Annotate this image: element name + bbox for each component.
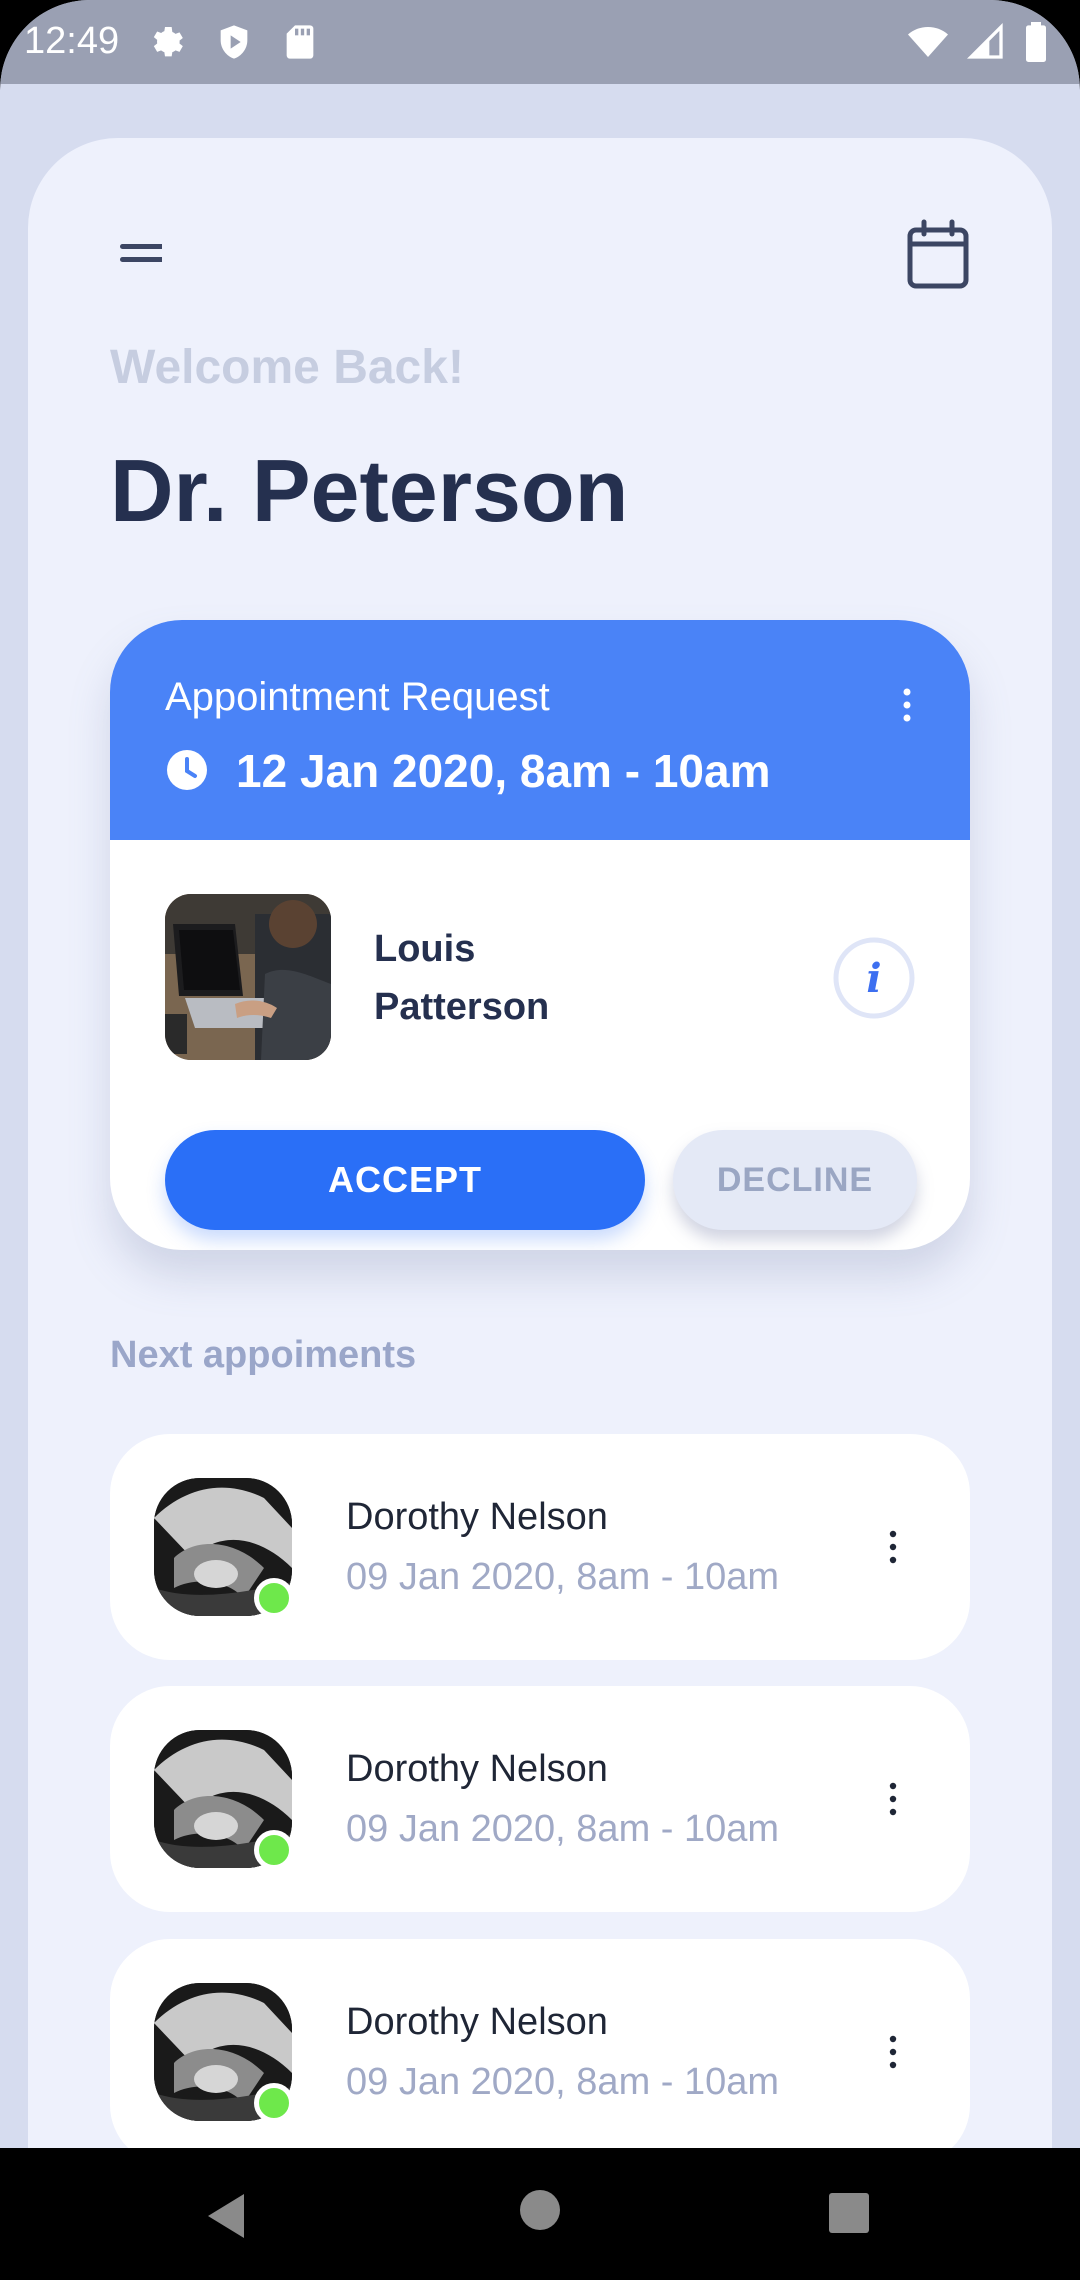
online-status-indicator xyxy=(254,1578,294,1618)
appointment-request-card: Appointment Request 12 Jan 2020, 8am - 1… xyxy=(110,620,970,1250)
appointment-list-item[interactable]: Dorothy Nelson 09 Jan 2020, 8am - 10am xyxy=(110,1939,970,2165)
online-status-indicator xyxy=(254,1830,294,1870)
home-icon[interactable] xyxy=(518,2188,562,2232)
appointment-time: 09 Jan 2020, 8am - 10am xyxy=(346,1808,780,1850)
wifi-icon xyxy=(908,27,948,57)
calendar-icon[interactable] xyxy=(900,218,976,294)
navigation-bar xyxy=(0,2148,1080,2280)
app-screen: 12:49 Welcome Back! Dr. Peterson Appoint… xyxy=(0,0,1080,2280)
sd-card-icon xyxy=(286,25,314,59)
patient-last-name: Patterson xyxy=(374,986,550,1028)
request-card-header: Appointment Request 12 Jan 2020, 8am - 1… xyxy=(110,620,970,840)
status-bar: 12:49 xyxy=(0,0,1080,84)
appointment-time: 09 Jan 2020, 8am - 10am xyxy=(346,2061,780,2103)
gear-icon xyxy=(153,27,183,57)
online-status-indicator xyxy=(254,2083,294,2123)
next-appointments-title: Next appoiments xyxy=(110,1334,417,1376)
more-options-icon[interactable] xyxy=(900,680,914,730)
svg-text:i: i xyxy=(866,955,881,1002)
request-time: 12 Jan 2020, 8am - 10am xyxy=(236,745,771,797)
appointment-list-item[interactable]: Dorothy Nelson 09 Jan 2020, 8am - 10am xyxy=(110,1434,970,1660)
more-options-icon[interactable] xyxy=(886,1524,900,1570)
menu-icon[interactable] xyxy=(92,236,162,276)
appointment-name: Dorothy Nelson xyxy=(346,1496,608,1538)
more-options-icon[interactable] xyxy=(886,2029,900,2075)
appointment-time: 09 Jan 2020, 8am - 10am xyxy=(346,1556,780,1598)
request-title: Appointment Request xyxy=(165,675,550,719)
appointment-name: Dorothy Nelson xyxy=(346,2001,608,2043)
welcome-text: Welcome Back! xyxy=(110,341,464,394)
signal-icon xyxy=(966,22,1003,59)
more-options-icon[interactable] xyxy=(886,1776,900,1822)
shield-play-icon xyxy=(220,25,248,59)
appointment-list-item[interactable]: Dorothy Nelson 09 Jan 2020, 8am - 10am xyxy=(110,1686,970,1912)
accept-button[interactable]: ACCEPT xyxy=(165,1130,645,1230)
patient-photo xyxy=(165,894,331,1060)
appointment-name: Dorothy Nelson xyxy=(346,1748,608,1790)
decline-button[interactable]: DECLINE xyxy=(673,1130,917,1230)
clock-icon xyxy=(167,750,207,790)
back-icon[interactable] xyxy=(200,2188,250,2244)
patient-first-name: Louis xyxy=(374,928,476,970)
status-time: 12:49 xyxy=(24,20,120,62)
info-icon[interactable]: i xyxy=(832,936,916,1020)
recents-icon[interactable] xyxy=(828,2192,870,2234)
patient-name: Louis Patterson xyxy=(374,920,674,1036)
battery-icon xyxy=(1026,22,1046,62)
page-title: Dr. Peterson xyxy=(110,441,629,540)
